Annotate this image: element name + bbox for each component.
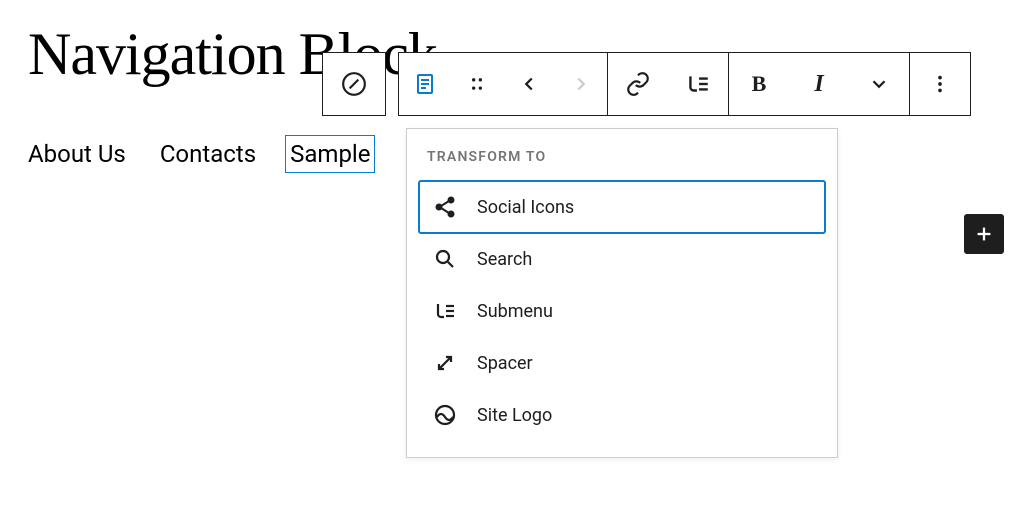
options-button[interactable] (910, 53, 970, 115)
bold-button[interactable]: B (729, 53, 789, 115)
search-icon (433, 247, 457, 271)
submenu-icon (433, 299, 457, 323)
transform-option-label: Site Logo (477, 405, 552, 426)
transform-option-label: Spacer (477, 353, 533, 374)
nav-item-about-us[interactable]: About Us (28, 140, 126, 168)
bold-icon: B (752, 71, 767, 97)
drag-icon (467, 74, 487, 94)
more-vertical-icon (929, 73, 951, 95)
share-icon (433, 195, 457, 219)
chevron-right-icon (570, 73, 592, 95)
drag-handle[interactable] (451, 53, 503, 115)
plus-icon (973, 223, 995, 245)
italic-button[interactable]: I (789, 53, 849, 115)
chevron-down-icon (868, 73, 890, 95)
move-left-button[interactable] (503, 53, 555, 115)
transform-option-label: Social Icons (477, 197, 574, 218)
add-block-button[interactable] (964, 214, 1004, 254)
block-toolbar: B I (398, 52, 971, 116)
link-icon (625, 71, 651, 97)
transform-option-social-icons[interactable]: Social Icons (419, 181, 825, 233)
document-icon (413, 72, 437, 96)
transform-option-label: Search (477, 249, 532, 270)
link-button[interactable] (608, 53, 668, 115)
submenu-button[interactable] (668, 53, 728, 115)
transform-option-label: Submenu (477, 301, 553, 322)
nav-item-sample[interactable]: Sample (290, 140, 370, 168)
transform-button[interactable] (399, 53, 451, 115)
transform-option-submenu[interactable]: Submenu (419, 285, 825, 337)
compass-icon (341, 71, 367, 97)
navigation-menu: About Us Contacts Sample (28, 140, 370, 168)
site-logo-icon (433, 403, 457, 427)
more-formatting-button[interactable] (849, 53, 909, 115)
nav-item-contacts[interactable]: Contacts (160, 140, 256, 168)
navigation-block-icon-button[interactable] (322, 52, 386, 116)
transform-option-site-logo[interactable]: Site Logo (419, 389, 825, 441)
transform-popover: TRANSFORM TO Social Icons Search (406, 128, 838, 458)
italic-icon: I (814, 71, 823, 98)
transform-heading: TRANSFORM TO (427, 149, 825, 165)
spacer-icon (433, 351, 457, 375)
transform-option-spacer[interactable]: Spacer (419, 337, 825, 389)
transform-option-search[interactable]: Search (419, 233, 825, 285)
submenu-icon (685, 71, 711, 97)
move-right-button[interactable] (555, 53, 607, 115)
chevron-left-icon (518, 73, 540, 95)
